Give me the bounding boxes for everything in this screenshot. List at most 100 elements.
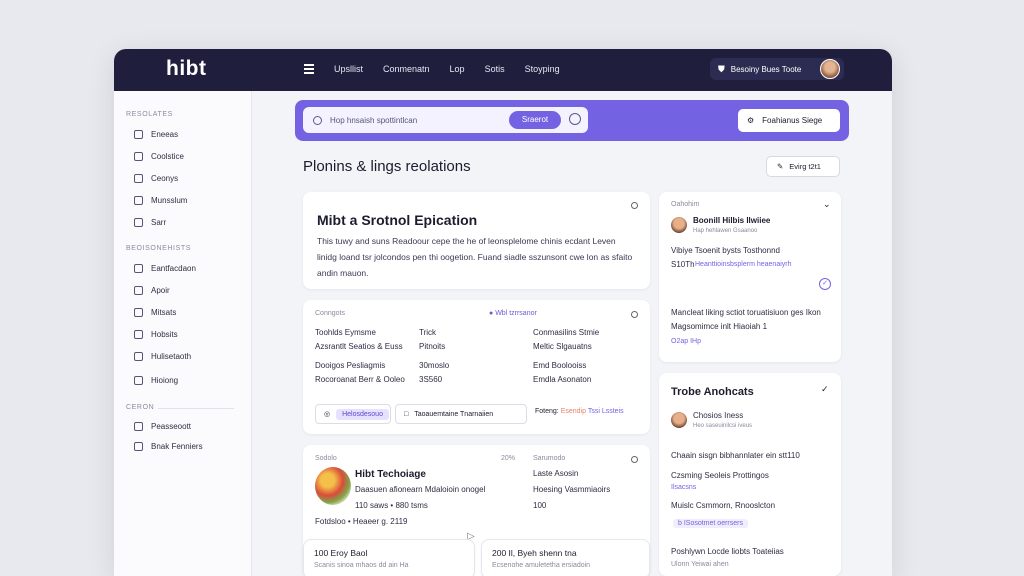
activity-item: Poshlywn Locde liobts Toateiias [671, 547, 784, 556]
check-icon[interactable]: ✓ [821, 384, 829, 395]
sidebar-item-label: Bnak Fenniers [151, 442, 203, 451]
edit-icon: ✎ [777, 162, 784, 171]
sub-recipe-title: 100 Eroy Baol [314, 548, 368, 558]
tag-label: Helosdesouo [336, 408, 389, 420]
profile-name: Boonill Hilbis Ilwiiee [693, 216, 771, 225]
app-logo[interactable]: hibt [166, 57, 206, 81]
sub-recipe-card[interactable]: 200 Il, Byeh shenn tna Ecsenohe amuletet… [481, 539, 650, 576]
activity-name: Chosios Iness [693, 411, 744, 420]
lock-icon [134, 218, 143, 227]
sidebar-item[interactable]: Mitsats [134, 308, 176, 317]
profile-link[interactable]: O2ap IHp [671, 338, 701, 345]
recipe-image [315, 467, 351, 505]
grid-icon [134, 264, 143, 273]
sidebar-item-label: Hobsits [151, 330, 178, 339]
recipe-line: Daasuen afionearn Mdaloioin onogel [355, 485, 486, 494]
history-icon [134, 376, 143, 385]
sidebar-item[interactable]: Eantfacdaon [134, 264, 196, 273]
nav-item[interactable]: Conmenatn [383, 64, 430, 74]
monitor-icon [134, 152, 143, 161]
sidebar-section-title: BEOISONEHISTS [126, 245, 191, 252]
nav-item[interactable]: Sotis [485, 64, 505, 74]
recipe-detail: Laste Asosin [533, 469, 579, 478]
ingredient-item: Conmasilins Stmie [533, 328, 600, 337]
activity-item: Chaain sisgn bibhannlater ein stt110 [671, 451, 800, 460]
chat-icon[interactable] [569, 113, 581, 125]
sidebar-section-title: CERON [126, 404, 155, 411]
tag-button[interactable]: □ Taoauemtaine Tnarnaiien [395, 404, 527, 424]
status-label: ● Wbl tzrrsanor [489, 310, 537, 317]
options-icon[interactable] [631, 311, 638, 318]
sidebar-item[interactable]: Hulisetaoth [134, 352, 191, 361]
nav-item[interactable]: Lop [450, 64, 465, 74]
chevron-down-icon[interactable]: ⌄ [823, 199, 831, 210]
card-header: Conngots [315, 310, 345, 317]
account-label: Besoiny Bues Toote [730, 64, 802, 74]
sidebar-item[interactable]: Apoir [134, 286, 170, 295]
ingredient-item: Emd Boolooiss [533, 361, 587, 370]
sub-recipe-text: Ecsenohe amuletetha ersiadoin [492, 562, 591, 569]
shield-icon [134, 308, 143, 317]
list-icon [134, 174, 143, 183]
sidebar-item[interactable]: Ceonys [134, 174, 178, 183]
sidebar-item-label: Hioiong [151, 376, 179, 385]
edit-button[interactable]: ✎ Evirg t2t1 [766, 156, 840, 177]
activity-sub[interactable]: b ISosotmet oerrsers [673, 519, 748, 528]
activity-card: Trobe Anohcats ✓ Chosios Iness Heo saseu… [659, 373, 841, 576]
sidebar-divider [158, 408, 234, 409]
nav-item[interactable]: Stoyping [525, 64, 560, 74]
card-header: Sodolo [315, 455, 337, 462]
recipe-line: 110 saws • 880 tsms [355, 501, 428, 510]
profile-subtitle: Hap hehlawen Gsaanoo [693, 228, 758, 234]
avatar [671, 217, 687, 233]
ingredient-item: Meltic Slgauatns [533, 342, 592, 351]
search-input[interactable]: Hop hnsaish spottintlcan Sraerot [303, 107, 588, 133]
card-title: Trobe Anohcats [671, 386, 754, 398]
sidebar-item[interactable]: Hioiong [134, 376, 178, 385]
sidebar-item[interactable]: Munsslum [134, 196, 187, 205]
document-icon [134, 196, 143, 205]
feature-button[interactable]: ⚙ Foahianus Siege [738, 109, 840, 132]
tag-button[interactable]: ◎ Helosdesouo [315, 404, 391, 424]
search-button[interactable]: Sraerot [509, 111, 561, 129]
activity-subtitle: Heo saseuinilcsi iveus [693, 423, 753, 429]
gear-icon: ⚙ [747, 116, 755, 125]
sidebar-item[interactable]: Hobsits [134, 330, 178, 339]
sub-recipe-title: 200 Il, Byeh shenn tna [492, 548, 577, 558]
sidebar-item[interactable]: Sarr [134, 218, 166, 227]
check-icon[interactable]: ✓ [819, 278, 831, 290]
hero-title: Mibt a Srotnol Epication [317, 212, 478, 228]
top-bar: hibt Upsllist Conmenatn Lop Sotis Stoypi… [114, 49, 892, 91]
avatar[interactable] [820, 59, 840, 79]
sidebar-section-title: RESOLATES [126, 111, 173, 118]
shield-icon: ⛊ [718, 63, 725, 74]
hamburger-menu-icon[interactable] [304, 64, 314, 74]
options-icon[interactable] [631, 456, 638, 463]
ingredient-name: Dooigos Pesliagmis [315, 361, 386, 370]
ingredient-name: Azsrantlt Seatios & Euss [315, 342, 403, 351]
options-icon[interactable] [631, 202, 638, 209]
avatar [671, 412, 687, 428]
sidebar-item[interactable]: Peasseoott [134, 422, 191, 431]
sidebar-item-label: Coolstice [151, 152, 184, 161]
activity-sub[interactable]: Ilsacsns [671, 484, 696, 491]
sidebar-item[interactable]: Coolstice [134, 152, 184, 161]
profile-line: Vibiye Tsoenit bysts Tosthonnd [671, 246, 780, 255]
sidebar-item[interactable]: Eneeas [134, 130, 178, 139]
sub-recipe-card[interactable]: 100 Eroy Baol Scanis sinoa mhaos dd ain … [303, 539, 475, 576]
ingredient-value: 3S560 [419, 375, 443, 384]
sidebar-item[interactable]: Bnak Fenniers [134, 442, 203, 451]
recipe-card: Sodolo 20% Sarumodo Hibt Techoiage Daasu… [303, 445, 650, 576]
sidebar-item-label: Mitsats [151, 308, 177, 317]
tag-label: Taoauemtaine Tnarnaiien [414, 410, 494, 418]
profile-paragraph: Mancleat liking sctiot toruatisiuon ges … [671, 308, 821, 331]
sidebar-item-label: Peasseoott [151, 422, 192, 431]
percent-label: 20% [501, 455, 516, 462]
recipe-detail: Hoesing Vasmmiaoirs [533, 485, 611, 494]
profile-link[interactable]: Heanttioinsbsplerm heaenaiyrh [695, 261, 792, 268]
recipe-detail: 100 [533, 501, 547, 510]
folder-icon [134, 130, 143, 139]
nav-item[interactable]: Upsllist [334, 64, 363, 74]
ingredient-value: 30moslo [419, 361, 450, 370]
meta-row: Foteng: Esendip Tssi Lssteis [535, 408, 624, 415]
